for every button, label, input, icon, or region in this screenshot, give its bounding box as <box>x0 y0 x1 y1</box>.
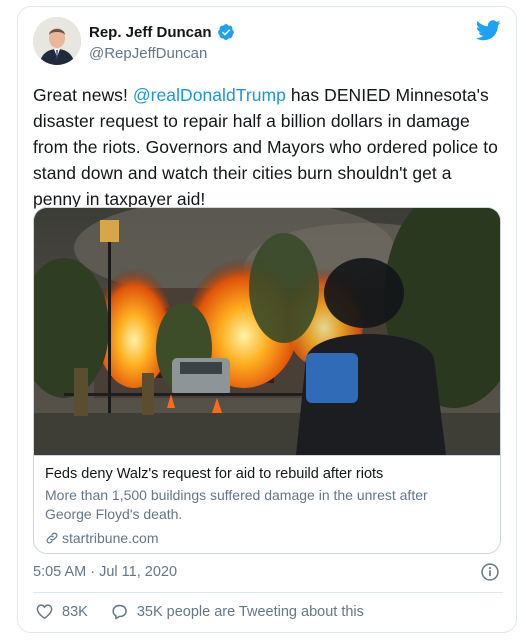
avatar-photo <box>33 17 81 65</box>
link-icon <box>46 532 58 544</box>
card-title[interactable]: Feds deny Walz's request for aid to rebu… <box>45 464 491 484</box>
conversation-button[interactable]: 35K people are Tweeting about this <box>110 602 364 621</box>
tweet-text-lead: Great news! <box>33 85 133 105</box>
mention-link[interactable]: @realDonaldTrump <box>133 85 286 105</box>
card-description: More than 1,500 buildings suffered damag… <box>45 487 428 522</box>
author-display-name[interactable]: Rep. Jeff Duncan <box>89 24 212 41</box>
tweet-actions: 83K 35K people are Tweeting about this <box>35 602 386 621</box>
card-body[interactable]: Feds deny Walz's request for aid to rebu… <box>34 455 500 553</box>
tweet-timestamp[interactable]: 5:05 AM · Jul 11, 2020 <box>33 564 177 580</box>
like-button[interactable]: 83K <box>35 602 88 621</box>
avatar[interactable] <box>33 17 81 65</box>
link-card[interactable]: Feds deny Walz's request for aid to rebu… <box>33 207 501 554</box>
conversation-text: 35K people are Tweeting about this <box>136 603 364 620</box>
heart-icon <box>36 604 53 619</box>
speech-bubble-icon <box>112 604 127 620</box>
card-domain[interactable]: startribune.com <box>45 530 491 546</box>
verified-badge-icon <box>217 24 234 40</box>
divider <box>33 592 503 593</box>
like-count: 83K <box>62 603 88 620</box>
card-image[interactable] <box>34 208 500 455</box>
info-icon[interactable] <box>480 562 500 582</box>
riot-fire-photo <box>34 208 500 455</box>
tweet-text: Great news! @realDonaldTrump has DENIED … <box>33 82 503 212</box>
twitter-bird-icon[interactable] <box>476 20 501 41</box>
tweet-card: Rep. Jeff Duncan @RepJeffDuncan Great ne… <box>17 6 517 633</box>
author-handle[interactable]: @RepJeffDuncan <box>89 45 207 62</box>
card-domain-text: startribune.com <box>62 530 159 546</box>
author-name-line[interactable]: Rep. Jeff Duncan <box>89 23 235 41</box>
